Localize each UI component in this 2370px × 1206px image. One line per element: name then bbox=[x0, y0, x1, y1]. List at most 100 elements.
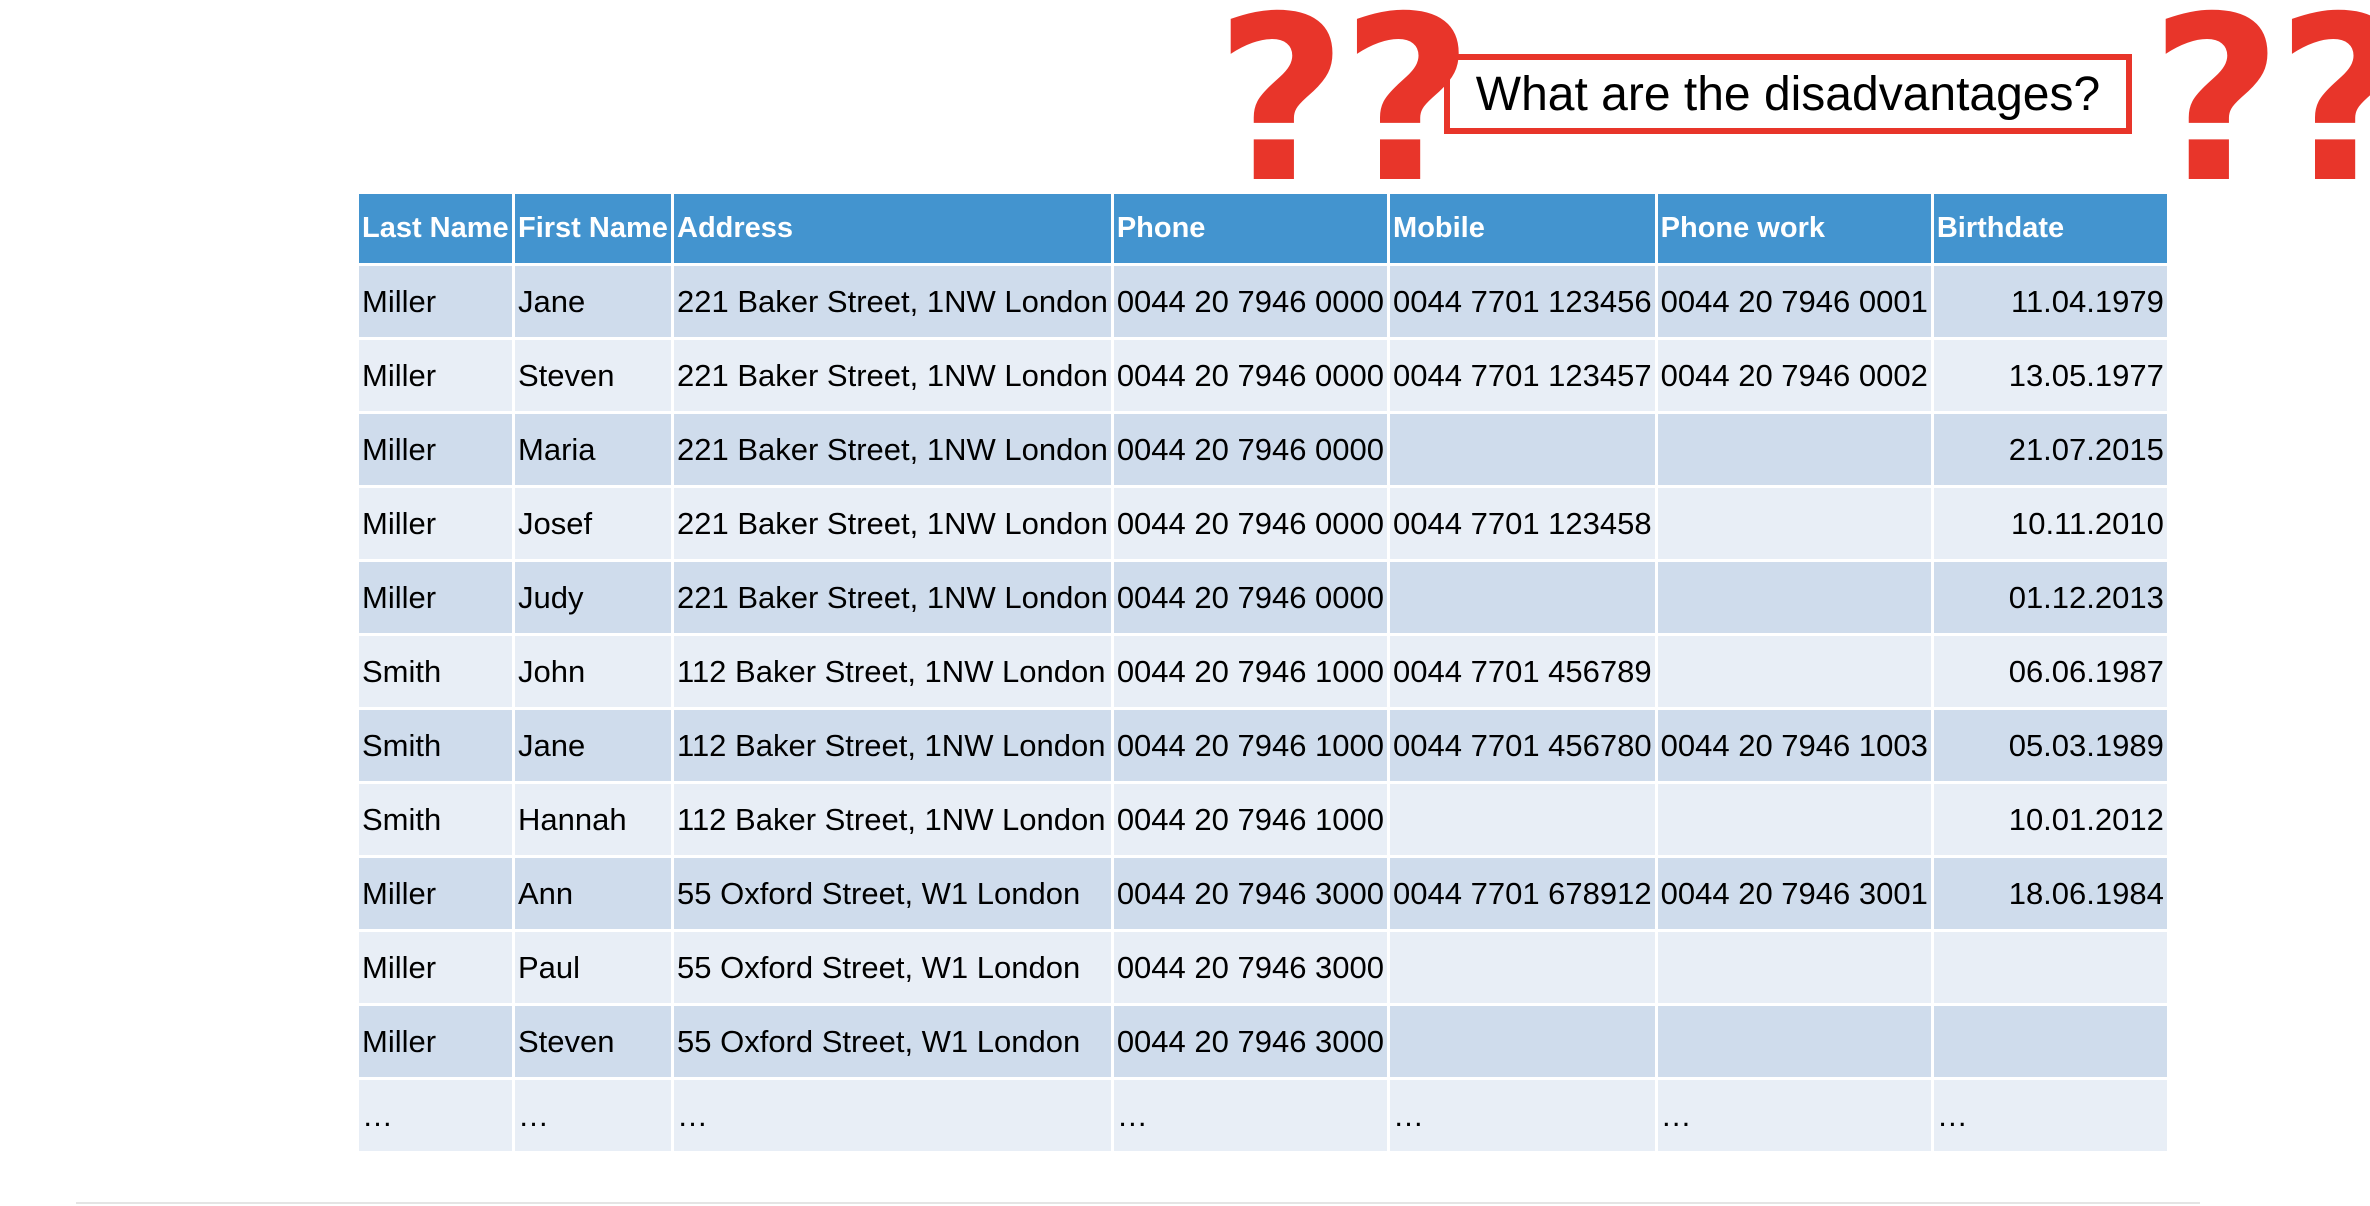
question-mark-glyphs: ?? bbox=[2150, 0, 2370, 233]
contacts-table: Last Name First Name Address Phone Mobil… bbox=[359, 194, 2170, 1154]
column-header-address: Address bbox=[674, 194, 1114, 266]
cell-address: 112 Baker Street, 1NW London bbox=[674, 784, 1114, 858]
cell-address: 55 Oxford Street, W1 London bbox=[674, 932, 1114, 1006]
cell-phone-work: 0044 20 7946 0002 bbox=[1657, 340, 1934, 414]
cell-mobile: 0044 7701 456780 bbox=[1390, 710, 1658, 784]
table-body: Miller Jane 221 Baker Street, 1NW London 00… bbox=[359, 266, 2170, 1154]
cell-birthdate bbox=[1933, 932, 2170, 1006]
cell-first-name: Ann bbox=[515, 858, 674, 932]
callout-text: What are the disadvantages? bbox=[1475, 67, 2101, 121]
cell-phone: 0044 20 7946 1000 bbox=[1113, 784, 1391, 858]
cell-last-name: Miller bbox=[359, 1006, 515, 1080]
cell-mobile bbox=[1390, 784, 1658, 858]
cell-phone: 0044 20 7946 3000 bbox=[1113, 1006, 1391, 1080]
cell-first-name: Maria bbox=[515, 414, 674, 488]
cell-phone-work bbox=[1657, 784, 1934, 858]
table-row: Miller Josef 221 Baker Street, 1NW London 0… bbox=[359, 488, 2170, 562]
question-marks-right: ?? bbox=[2150, 0, 2370, 214]
cell-birthdate: … bbox=[1933, 1080, 2170, 1154]
cell-birthdate: 10.01.2012 bbox=[1933, 784, 2170, 858]
cell-address: 221 Baker Street, 1NW London bbox=[674, 414, 1114, 488]
cell-phone: 0044 20 7946 0000 bbox=[1113, 266, 1391, 340]
cell-address: 55 Oxford Street, W1 London bbox=[674, 858, 1114, 932]
cell-first-name: Steven bbox=[515, 340, 674, 414]
cell-address: 112 Baker Street, 1NW London bbox=[674, 636, 1114, 710]
table-row: Miller Ann 55 Oxford Street, W1 London 0044… bbox=[359, 858, 2170, 932]
table-row: Smith Jane 112 Baker Street, 1NW London 004… bbox=[359, 710, 2170, 784]
cell-mobile: … bbox=[1390, 1080, 1658, 1154]
cell-last-name: Miller bbox=[359, 340, 515, 414]
cell-phone: 0044 20 7946 1000 bbox=[1113, 710, 1391, 784]
table-row: Miller Maria 221 Baker Street, 1NW London 0… bbox=[359, 414, 2170, 488]
cell-birthdate: 06.06.1987 bbox=[1933, 636, 2170, 710]
cell-last-name: Miller bbox=[359, 932, 515, 1006]
cell-first-name: Jane bbox=[515, 710, 674, 784]
cell-mobile: 0044 7701 456789 bbox=[1390, 636, 1658, 710]
cell-address: 221 Baker Street, 1NW London bbox=[674, 340, 1114, 414]
cell-last-name: Miller bbox=[359, 562, 515, 636]
cell-mobile bbox=[1390, 932, 1658, 1006]
cell-birthdate: 11.04.1979 bbox=[1933, 266, 2170, 340]
cell-phone: 0044 20 7946 3000 bbox=[1113, 932, 1391, 1006]
cell-first-name: … bbox=[515, 1080, 674, 1154]
cell-first-name: Judy bbox=[515, 562, 674, 636]
cell-phone-work bbox=[1657, 488, 1934, 562]
cell-phone-work bbox=[1657, 1006, 1934, 1080]
cell-address: 221 Baker Street, 1NW London bbox=[674, 488, 1114, 562]
cell-birthdate: 05.03.1989 bbox=[1933, 710, 2170, 784]
table-row: Miller Paul 55 Oxford Street, W1 London 004… bbox=[359, 932, 2170, 1006]
bottom-divider bbox=[76, 1202, 2200, 1204]
cell-first-name: Steven bbox=[515, 1006, 674, 1080]
cell-first-name: Jane bbox=[515, 266, 674, 340]
cell-last-name: Miller bbox=[359, 414, 515, 488]
cell-mobile: 0044 7701 123458 bbox=[1390, 488, 1658, 562]
cell-phone-work: 0044 20 7946 3001 bbox=[1657, 858, 1934, 932]
table-row: Miller Steven 55 Oxford Street, W1 London 0… bbox=[359, 1006, 2170, 1080]
cell-mobile: 0044 7701 123456 bbox=[1390, 266, 1658, 340]
cell-address: 55 Oxford Street, W1 London bbox=[674, 1006, 1114, 1080]
column-header-mobile: Mobile bbox=[1390, 194, 1658, 266]
cell-birthdate: 01.12.2013 bbox=[1933, 562, 2170, 636]
cell-address: 221 Baker Street, 1NW London bbox=[674, 266, 1114, 340]
column-header-first-name: First Name bbox=[515, 194, 674, 266]
cell-address: 221 Baker Street, 1NW London bbox=[674, 562, 1114, 636]
table-row: Smith John 112 Baker Street, 1NW London 004… bbox=[359, 636, 2170, 710]
cell-address: 112 Baker Street, 1NW London bbox=[674, 710, 1114, 784]
cell-phone: 0044 20 7946 0000 bbox=[1113, 488, 1391, 562]
cell-phone: 0044 20 7946 1000 bbox=[1113, 636, 1391, 710]
cell-first-name: Hannah bbox=[515, 784, 674, 858]
cell-first-name: Paul bbox=[515, 932, 674, 1006]
cell-first-name: Josef bbox=[515, 488, 674, 562]
cell-last-name: Miller bbox=[359, 858, 515, 932]
cell-phone-work: 0044 20 7946 0001 bbox=[1657, 266, 1934, 340]
cell-birthdate: 13.05.1977 bbox=[1933, 340, 2170, 414]
question-marks-left: ?? bbox=[1215, 0, 1474, 233]
cell-last-name: Miller bbox=[359, 266, 515, 340]
cell-phone-work: … bbox=[1657, 1080, 1934, 1154]
cell-last-name: … bbox=[359, 1080, 515, 1154]
table-row: Smith Hannah 112 Baker Street, 1NW London 0… bbox=[359, 784, 2170, 858]
cell-last-name: Smith bbox=[359, 636, 515, 710]
cell-birthdate: 10.11.2010 bbox=[1933, 488, 2170, 562]
question-mark-glyphs: ?? bbox=[1215, 0, 1474, 233]
disadvantages-callout: What are the disadvantages? bbox=[1444, 54, 2132, 134]
cell-phone-work bbox=[1657, 636, 1934, 710]
cell-phone: … bbox=[1113, 1080, 1391, 1154]
cell-birthdate: 18.06.1984 bbox=[1933, 858, 2170, 932]
cell-address: … bbox=[674, 1080, 1114, 1154]
table-row: Miller Jane 221 Baker Street, 1NW London 00… bbox=[359, 266, 2170, 340]
cell-phone-work: 0044 20 7946 1003 bbox=[1657, 710, 1934, 784]
column-header-last-name: Last Name bbox=[359, 194, 515, 266]
cell-mobile: 0044 7701 123457 bbox=[1390, 340, 1658, 414]
cell-first-name: John bbox=[515, 636, 674, 710]
column-header-birthdate: Birthdate bbox=[1933, 194, 2170, 266]
cell-phone: 0044 20 7946 0000 bbox=[1113, 562, 1391, 636]
cell-phone-work bbox=[1657, 414, 1934, 488]
table-row: Miller Judy 221 Baker Street, 1NW London 00… bbox=[359, 562, 2170, 636]
column-header-phone-work: Phone work bbox=[1657, 194, 1934, 266]
column-header-phone: Phone bbox=[1113, 194, 1391, 266]
table-header-row: Last Name First Name Address Phone Mobil… bbox=[359, 194, 2170, 266]
cell-mobile bbox=[1390, 414, 1658, 488]
cell-birthdate: 21.07.2015 bbox=[1933, 414, 2170, 488]
cell-phone: 0044 20 7946 3000 bbox=[1113, 858, 1391, 932]
